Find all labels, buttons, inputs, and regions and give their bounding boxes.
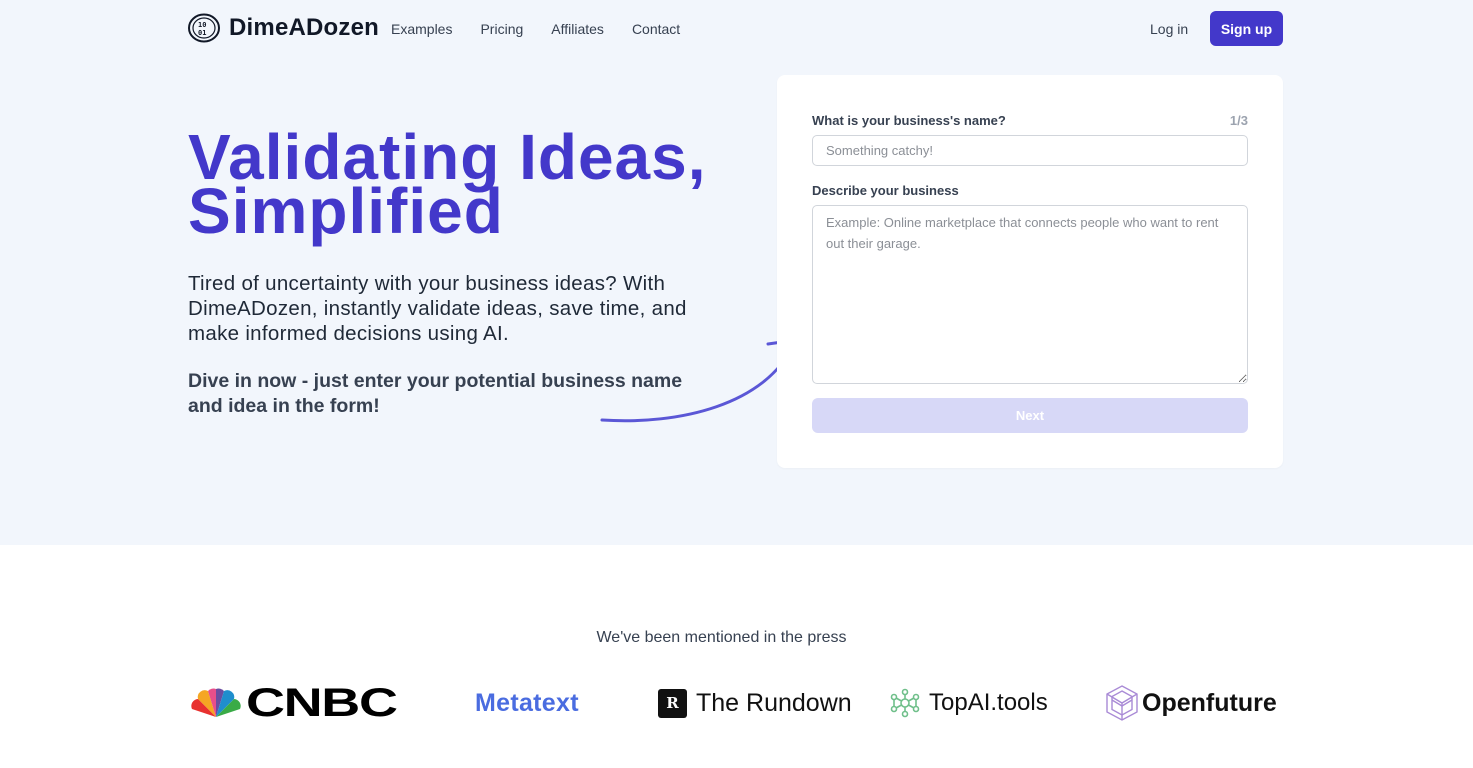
business-description-label: Describe your business	[812, 183, 959, 198]
brand-logo[interactable]: 10 01 DimeADozen	[188, 13, 379, 43]
rundown-wordmark: The Rundown	[696, 688, 852, 717]
metatext-wordmark: Metatext	[475, 688, 579, 717]
coin-logo-icon: 10 01	[188, 13, 220, 43]
signup-button[interactable]: Sign up	[1210, 11, 1283, 46]
brand-name: DimeADozen	[229, 14, 380, 41]
press-logo-cnbc: CNBC	[190, 680, 418, 726]
hero-headline: Validating Ideas, Simplified	[188, 125, 707, 243]
nav-link-examples[interactable]: Examples	[391, 21, 452, 37]
press-logo-openfuture: Openfuture	[1104, 680, 1277, 726]
next-button[interactable]: Next	[812, 398, 1248, 433]
nav-link-contact[interactable]: Contact	[632, 21, 680, 37]
openfuture-cube-icon	[1106, 685, 1138, 721]
press-logos: CNBC Metatext R The Rundown TopAI.tools	[188, 680, 1283, 730]
cnbc-peacock-icon	[191, 688, 241, 717]
press-logo-metatext: Metatext	[475, 680, 579, 726]
rundown-badge-icon: R	[658, 688, 687, 718]
svg-text:01: 01	[198, 29, 206, 37]
cnbc-wordmark: CNBC	[246, 680, 398, 725]
topai-wordmark: TopAI.tools	[929, 689, 1048, 716]
nav-link-pricing[interactable]: Pricing	[480, 21, 523, 37]
login-link[interactable]: Log in	[1150, 21, 1188, 37]
business-name-label: What is your business's name?	[812, 113, 1006, 128]
hero-section: 10 01 DimeADozen Examples Pricing Affili…	[0, 0, 1473, 545]
step-indicator: 1/3	[1229, 113, 1248, 128]
business-description-textarea[interactable]	[812, 205, 1248, 384]
topai-network-icon	[890, 688, 920, 718]
idea-form-card: What is your business's name? 1/3 Descri…	[777, 75, 1283, 468]
business-name-input[interactable]	[812, 135, 1248, 166]
nav-links: Examples Pricing Affiliates Contact	[391, 21, 680, 37]
svg-text:10: 10	[198, 21, 206, 29]
openfuture-wordmark: Openfuture	[1142, 688, 1277, 717]
press-logo-topai: TopAI.tools	[890, 680, 1048, 726]
top-nav: 10 01 DimeADozen Examples Pricing Affili…	[188, 10, 1283, 46]
nav-link-affiliates[interactable]: Affiliates	[551, 21, 604, 37]
press-heading: We've been mentioned in the press	[596, 629, 847, 646]
press-logo-the-rundown: R The Rundown	[658, 680, 852, 726]
